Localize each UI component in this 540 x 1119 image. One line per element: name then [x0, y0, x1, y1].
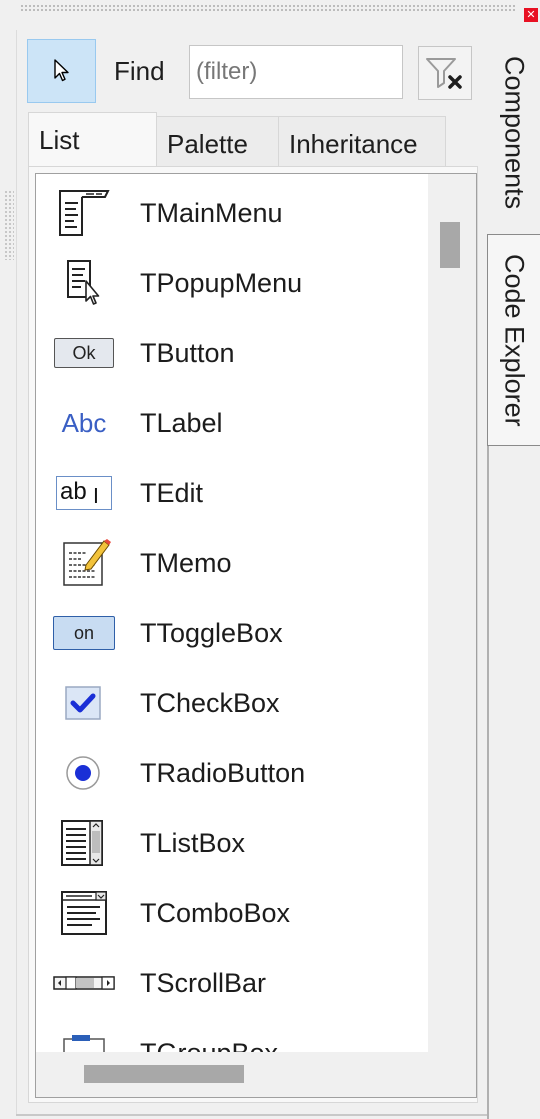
combo-box-icon — [52, 889, 116, 937]
find-label: Find — [114, 56, 165, 86]
list-item-ttogglebox[interactable]: on TToggleBox — [36, 598, 428, 668]
list-item-label: TListBox — [140, 828, 246, 858]
arrow-cursor-icon — [53, 59, 69, 82]
label-icon: Abc — [61, 407, 107, 438]
list-item-label: TLabel — [140, 408, 223, 438]
funnel-clear-icon — [426, 58, 462, 89]
component-list[interactable]: TMainMenu TPopupMenu Ok TButton Abc TLab — [35, 173, 477, 1098]
side-tab-label: Code Explorer — [499, 253, 530, 427]
clear-filter-button[interactable] — [418, 46, 472, 100]
radio-button-icon — [52, 749, 116, 797]
list-item-label: TCheckBox — [140, 688, 280, 718]
edit-icon: ab I — [52, 469, 116, 517]
panel-drag-grip[interactable] — [20, 4, 516, 12]
list-item-label: TMainMenu — [140, 198, 283, 228]
vertical-scroll-thumb[interactable] — [440, 222, 460, 268]
list-item-tpopupmenu[interactable]: TPopupMenu — [36, 248, 428, 318]
side-tab-code-explorer[interactable]: Code Explorer — [487, 234, 540, 446]
tab-list[interactable]: List — [28, 112, 157, 167]
horizontal-scroll-thumb[interactable] — [84, 1065, 244, 1083]
panel-bottom-border — [16, 1114, 487, 1116]
main-menu-icon — [52, 189, 116, 237]
list-box-icon — [52, 819, 116, 867]
list-item-tgroupbox[interactable]: TGroupBox — [36, 1018, 428, 1052]
scroll-bar-icon — [52, 959, 116, 1007]
side-tab-label: Components — [499, 56, 530, 210]
list-item-label: TComboBox — [140, 898, 291, 928]
button-icon: Ok — [52, 329, 116, 377]
list-item-tlabel[interactable]: Abc TLabel — [36, 388, 428, 458]
toggle-box-icon: on — [52, 609, 116, 657]
vertical-scrollbar[interactable] — [428, 174, 476, 1052]
popup-menu-icon — [52, 259, 116, 307]
list-item-tradiobutton[interactable]: TRadioButton — [36, 738, 428, 808]
selection-tool-button[interactable] — [27, 39, 96, 103]
splitter-grip[interactable] — [4, 190, 14, 260]
checkbox-icon — [52, 679, 116, 727]
list-item-tscrollbar[interactable]: TScrollBar — [36, 948, 428, 1018]
filter-input[interactable] — [189, 45, 403, 99]
list-item-tmainmenu[interactable]: TMainMenu — [36, 178, 428, 248]
list-item-label: TMemo — [140, 548, 232, 578]
list-item-label: TPopupMenu — [140, 268, 303, 298]
list-item-label: TEdit — [140, 478, 204, 508]
group-box-icon — [52, 1029, 116, 1052]
close-icon[interactable]: ✕ — [524, 8, 538, 22]
tab-inheritance[interactable]: Inheritance — [278, 116, 446, 171]
side-tab-components[interactable]: Components — [488, 30, 540, 236]
component-list-viewport: TMainMenu TPopupMenu Ok TButton Abc TLab — [36, 174, 428, 1052]
list-item-label: TButton — [140, 338, 235, 368]
memo-icon — [52, 539, 116, 587]
list-item-tcombobox[interactable]: TComboBox — [36, 878, 428, 948]
list-item-label: TGroupBox — [140, 1038, 278, 1052]
horizontal-scrollbar[interactable] — [36, 1052, 476, 1097]
list-item-label: TRadioButton — [140, 758, 306, 788]
list-item-tbutton[interactable]: Ok TButton — [36, 318, 428, 388]
list-item-label: TScrollBar — [140, 968, 267, 998]
list-item-label: TToggleBox — [140, 618, 283, 648]
list-item-tmemo[interactable]: TMemo — [36, 528, 428, 598]
list-item-tlistbox[interactable]: TListBox — [36, 808, 428, 878]
side-tab-rail — [487, 446, 489, 1119]
list-item-tcheckbox[interactable]: TCheckBox — [36, 668, 428, 738]
tab-palette[interactable]: Palette — [156, 116, 279, 171]
list-item-tedit[interactable]: ab I TEdit — [36, 458, 428, 528]
